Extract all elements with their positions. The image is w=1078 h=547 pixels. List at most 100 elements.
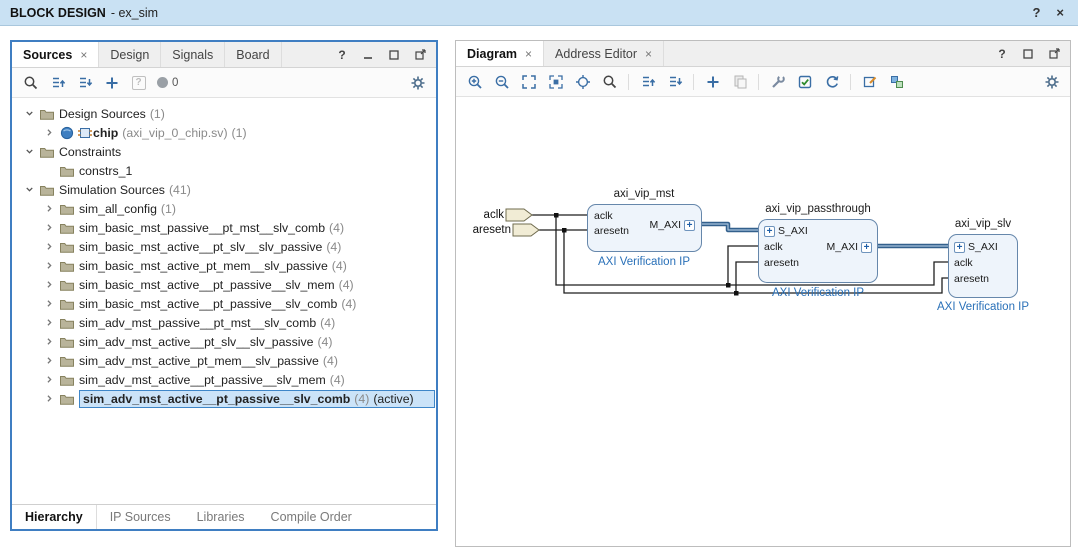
- port-aclk[interactable]: aclk: [764, 241, 783, 254]
- tree-item-sim-config[interactable]: sim_basic_mst_active__pt_passive__slv_me…: [12, 275, 436, 294]
- port-s-axi[interactable]: + S_AXI: [764, 225, 808, 238]
- chevron-expanded-icon[interactable]: [22, 183, 37, 197]
- expand-interface-icon[interactable]: +: [684, 220, 695, 231]
- tree-item-chip[interactable]: chip (axi_vip_0_chip.sv) (1): [12, 123, 436, 142]
- close-icon[interactable]: ×: [645, 47, 652, 61]
- add-sources-button[interactable]: [99, 71, 124, 94]
- port-aclk[interactable]: aclk: [594, 210, 613, 223]
- expand-all-button[interactable]: [72, 71, 97, 94]
- chevron-collapsed-icon[interactable]: [42, 297, 57, 311]
- collapse-hierarchy-button[interactable]: [635, 70, 660, 93]
- tree-item-simulation-sources[interactable]: Simulation Sources (41): [12, 180, 436, 199]
- interface-wire-mst-to-passthrough[interactable]: [702, 221, 758, 233]
- tab-libraries[interactable]: Libraries: [184, 505, 258, 529]
- tab-diagram[interactable]: Diagram ×: [456, 41, 545, 66]
- port-aclk[interactable]: aclk: [954, 257, 973, 270]
- tree-item-design-sources[interactable]: Design Sources (1): [12, 104, 436, 123]
- panel-float-icon[interactable]: [387, 48, 401, 62]
- regenerate-layout-button[interactable]: [884, 70, 909, 93]
- panel-float-icon[interactable]: [1021, 47, 1035, 61]
- external-port-aresetn-shape[interactable]: [512, 223, 540, 237]
- messages-button[interactable]: 0: [153, 71, 182, 94]
- expand-interface-icon[interactable]: +: [861, 242, 872, 253]
- panel-help-icon[interactable]: ?: [995, 47, 1009, 61]
- tree-item-sim-config-selected[interactable]: sim_adv_mst_active__pt_passive__slv_comb…: [12, 389, 436, 408]
- chevron-collapsed-icon[interactable]: [42, 354, 57, 368]
- tab-hierarchy[interactable]: Hierarchy: [12, 505, 97, 529]
- panel-maximize-icon[interactable]: [413, 48, 427, 62]
- port-aresetn[interactable]: aresetn: [764, 257, 799, 270]
- tree-item-constrs-1[interactable]: constrs_1: [12, 161, 436, 180]
- report-edit-button[interactable]: [857, 70, 882, 93]
- tree-item-sim-config[interactable]: sim_all_config (1): [12, 199, 436, 218]
- tab-compile-order[interactable]: Compile Order: [258, 505, 365, 529]
- tab-ip-sources[interactable]: IP Sources: [97, 505, 184, 529]
- panel-help-icon[interactable]: ?: [335, 48, 349, 62]
- tree-item-sim-config[interactable]: sim_adv_mst_active__pt_slv__slv_passive …: [12, 332, 436, 351]
- zoom-in-button[interactable]: [462, 70, 487, 93]
- search-button[interactable]: [597, 70, 622, 93]
- expand-hierarchy-button[interactable]: [662, 70, 687, 93]
- window-close-icon[interactable]: ×: [1056, 5, 1064, 20]
- tab-address-editor[interactable]: Address Editor ×: [544, 41, 665, 66]
- external-port-aclk-label[interactable]: aclk: [484, 209, 504, 221]
- paste-button[interactable]: [727, 70, 752, 93]
- external-port-aresetn-label[interactable]: aresetn: [473, 224, 511, 236]
- port-s-axi[interactable]: + S_AXI: [954, 241, 998, 254]
- chevron-collapsed-icon[interactable]: [42, 335, 57, 349]
- chevron-collapsed-icon[interactable]: [42, 392, 57, 406]
- refresh-button[interactable]: [819, 70, 844, 93]
- tab-design[interactable]: Design: [99, 42, 162, 67]
- port-m-axi[interactable]: M_AXI +: [649, 219, 695, 232]
- tree-item-sim-config[interactable]: sim_basic_mst_active_pt_mem__slv_passive…: [12, 256, 436, 275]
- chevron-collapsed-icon[interactable]: [42, 202, 57, 216]
- chevron-collapsed-icon[interactable]: [42, 316, 57, 330]
- tree-item-sim-config[interactable]: sim_adv_mst_active_pt_mem__slv_passive (…: [12, 351, 436, 370]
- customize-button[interactable]: [765, 70, 790, 93]
- panel-maximize-icon[interactable]: [1047, 47, 1061, 61]
- settings-button[interactable]: [405, 71, 430, 94]
- tab-sources[interactable]: Sources ×: [12, 42, 100, 67]
- chevron-collapsed-icon[interactable]: [42, 278, 57, 292]
- tree-item-sim-config[interactable]: sim_adv_mst_passive__pt_mst__slv_comb (4…: [12, 313, 436, 332]
- expand-interface-icon[interactable]: +: [954, 242, 965, 253]
- block-axi-vip-passthrough[interactable]: + S_AXI aclk aresetn M_AXI +: [758, 219, 878, 283]
- chevron-collapsed-icon[interactable]: [42, 126, 57, 140]
- close-icon[interactable]: ×: [525, 47, 532, 61]
- add-ip-button[interactable]: [700, 70, 725, 93]
- search-button[interactable]: [18, 71, 43, 94]
- collapse-all-button[interactable]: [45, 71, 70, 94]
- zoom-fit-button[interactable]: [516, 70, 541, 93]
- chevron-expanded-icon[interactable]: [22, 107, 37, 121]
- block-axi-vip-mst[interactable]: aclk aresetn M_AXI +: [587, 204, 702, 252]
- port-aresetn[interactable]: aresetn: [594, 225, 629, 238]
- panel-minimize-icon[interactable]: [361, 48, 375, 62]
- tree-item-sim-config[interactable]: sim_basic_mst_active__pt_passive__slv_co…: [12, 294, 436, 313]
- expand-interface-icon[interactable]: +: [764, 226, 775, 237]
- chevron-collapsed-icon[interactable]: [42, 221, 57, 235]
- tree-item-constraints[interactable]: Constraints: [12, 142, 436, 161]
- chevron-collapsed-icon[interactable]: [42, 259, 57, 273]
- tree-item-sim-config[interactable]: sim_basic_mst_active__pt_slv__slv_passiv…: [12, 237, 436, 256]
- port-aresetn[interactable]: aresetn: [954, 273, 989, 286]
- sources-tree[interactable]: Design Sources (1) chip (axi_vip_0_chip.…: [12, 98, 436, 504]
- external-port-aclk-shape[interactable]: [505, 208, 533, 222]
- tab-board[interactable]: Board: [225, 42, 282, 67]
- window-help-icon[interactable]: ?: [1032, 5, 1040, 20]
- port-m-axi[interactable]: M_AXI +: [826, 241, 872, 254]
- autofit-button[interactable]: [570, 70, 595, 93]
- zoom-out-button[interactable]: [489, 70, 514, 93]
- settings-button[interactable]: [1039, 70, 1064, 93]
- chevron-collapsed-icon[interactable]: [42, 373, 57, 387]
- help-square-button[interactable]: ?: [126, 71, 151, 94]
- tab-signals[interactable]: Signals: [161, 42, 226, 67]
- tree-item-sim-config[interactable]: sim_adv_mst_active__pt_passive__slv_mem …: [12, 370, 436, 389]
- diagram-canvas[interactable]: aclk aresetn axi_vip_mst aclk aresetn M_…: [456, 97, 1070, 546]
- tree-item-sim-config[interactable]: sim_basic_mst_passive__pt_mst__slv_comb …: [12, 218, 436, 237]
- validate-design-button[interactable]: [792, 70, 817, 93]
- chevron-collapsed-icon[interactable]: [42, 240, 57, 254]
- close-icon[interactable]: ×: [80, 48, 87, 62]
- zoom-selection-button[interactable]: [543, 70, 568, 93]
- block-axi-vip-slv[interactable]: + S_AXI aclk aresetn: [948, 234, 1018, 298]
- chevron-expanded-icon[interactable]: [22, 145, 37, 159]
